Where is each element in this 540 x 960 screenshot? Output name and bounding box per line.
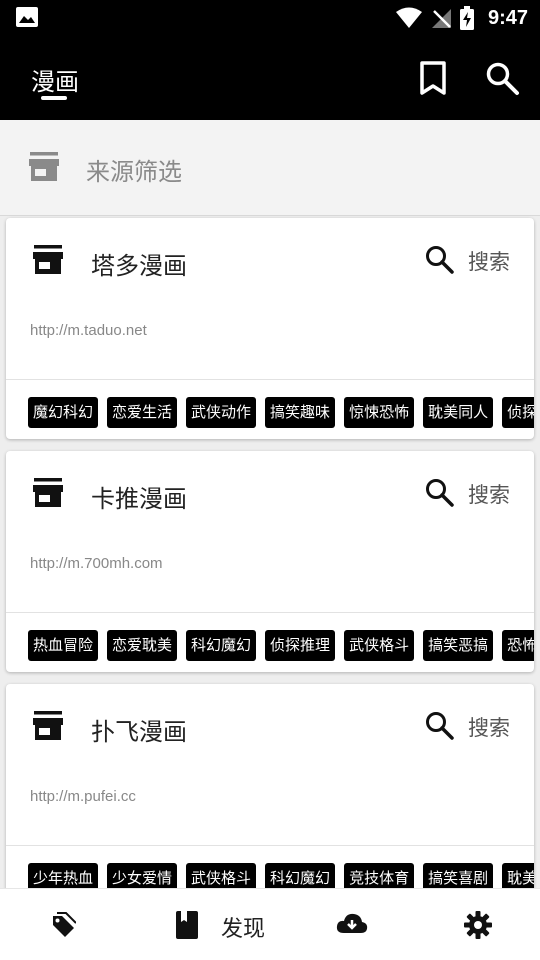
category-tag[interactable]: 恐怖灵异 (502, 630, 534, 661)
search-icon[interactable] (424, 710, 454, 740)
store-icon (33, 245, 63, 274)
filter-label: 来源筛选 (86, 158, 182, 186)
battery-charging-icon (459, 6, 474, 30)
source-filter[interactable]: 来源筛选 (0, 120, 540, 216)
source-card-pufei[interactable]: 扑飞漫画 搜索 http://m.pufei.cc 少年热血 少女爱情 武侠格斗… (6, 684, 534, 905)
search-icon[interactable] (424, 244, 454, 274)
source-url: http://m.taduo.net (30, 322, 147, 339)
bottom-nav: 发现 (0, 888, 540, 960)
category-tag[interactable]: 惊悚恐怖 (344, 397, 415, 428)
book-icon[interactable] (176, 911, 200, 939)
search-button[interactable]: 搜索 (468, 246, 510, 276)
tag-list: 热血冒险 恋爱耽美 科幻魔幻 侦探推理 武侠格斗 搞笑恶搞 恐怖灵异 (28, 630, 534, 661)
category-tag[interactable]: 武侠格斗 (344, 630, 415, 661)
store-icon (29, 152, 59, 181)
tab-indicator (41, 96, 67, 100)
source-title: 塔多漫画 (91, 252, 187, 280)
status-bar: 9:47 (0, 0, 540, 36)
divider (6, 379, 534, 380)
source-card-katui[interactable]: 卡推漫画 搜索 http://m.700mh.com 热血冒险 恋爱耽美 科幻魔… (6, 451, 534, 672)
divider (6, 612, 534, 613)
nav-discover-label[interactable]: 发现 (221, 911, 265, 943)
store-icon (33, 478, 63, 507)
status-time: 9:47 (487, 6, 528, 29)
app-title[interactable]: 漫画 (31, 62, 79, 97)
category-tag[interactable]: 热血冒险 (28, 630, 99, 661)
category-tag[interactable]: 搞笑趣味 (265, 397, 336, 428)
search-button[interactable]: 搜索 (468, 712, 510, 742)
category-tag[interactable]: 侦探推理 (502, 397, 534, 428)
source-card-taduo[interactable]: 塔多漫画 搜索 http://m.taduo.net 魔幻科幻 恋爱生活 武侠动… (6, 218, 534, 439)
divider (6, 845, 534, 846)
tag-icon[interactable] (50, 911, 76, 939)
cloud-download-icon[interactable] (336, 911, 368, 939)
settings-icon[interactable] (464, 911, 492, 939)
category-tag[interactable]: 搞笑恶搞 (423, 630, 494, 661)
category-tag[interactable]: 恋爱生活 (107, 397, 178, 428)
source-url: http://m.700mh.com (30, 555, 163, 572)
bookmark-icon[interactable] (416, 60, 450, 96)
category-tag[interactable]: 武侠动作 (186, 397, 257, 428)
category-tag[interactable]: 耽美同人 (423, 397, 494, 428)
search-icon[interactable] (424, 477, 454, 507)
wifi-icon (395, 7, 422, 28)
app-bar: 漫画 (0, 36, 540, 120)
image-notification-icon (16, 7, 38, 27)
category-tag[interactable]: 魔幻科幻 (28, 397, 99, 428)
signal-icon (431, 9, 451, 28)
category-tag[interactable]: 科幻魔幻 (186, 630, 257, 661)
source-title: 卡推漫画 (91, 485, 187, 513)
source-url: http://m.pufei.cc (30, 788, 136, 805)
store-icon (33, 711, 63, 740)
source-title: 扑飞漫画 (91, 718, 187, 746)
category-tag[interactable]: 恋爱耽美 (107, 630, 178, 661)
search-icon[interactable] (484, 60, 520, 96)
tag-list: 魔幻科幻 恋爱生活 武侠动作 搞笑趣味 惊悚恐怖 耽美同人 侦探推理 (28, 397, 534, 428)
search-button[interactable]: 搜索 (468, 479, 510, 509)
category-tag[interactable]: 侦探推理 (265, 630, 336, 661)
